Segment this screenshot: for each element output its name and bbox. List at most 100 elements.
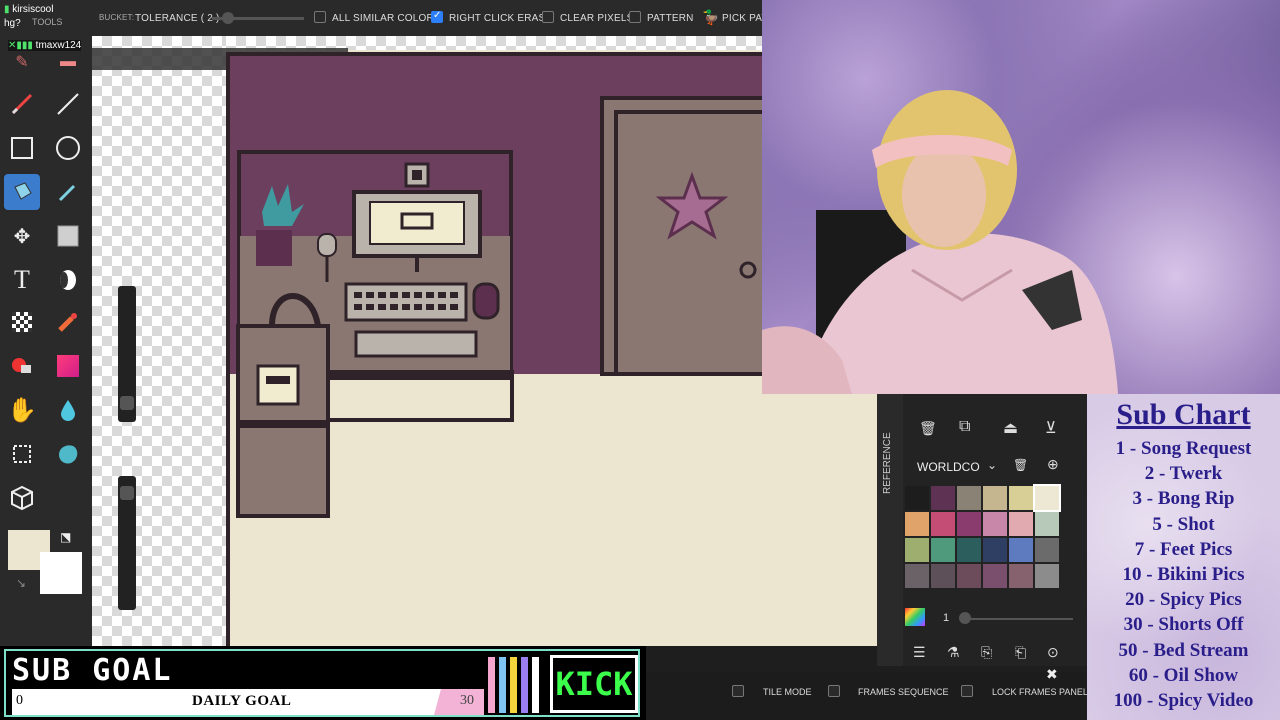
palette-swatch[interactable] xyxy=(983,512,1007,536)
sub-chart-panel: Sub Chart 1 - Song Request 2 - Twerk 3 -… xyxy=(1087,394,1280,720)
list-icon[interactable]: ☰ xyxy=(913,644,926,661)
palette-swatch[interactable] xyxy=(1009,564,1033,588)
opacity-slider[interactable] xyxy=(118,476,136,610)
palette-swatch[interactable] xyxy=(957,538,981,562)
cube-3d-icon[interactable] xyxy=(4,480,40,516)
move-icon[interactable]: ✥ xyxy=(4,218,40,254)
swap-colors-icon[interactable]: ⬔ xyxy=(60,530,71,544)
palette-name[interactable]: WORLDCO xyxy=(917,460,980,474)
palette-swatch[interactable] xyxy=(1009,538,1033,562)
sub-chart-item: 100 - Spicy Video xyxy=(1113,689,1254,711)
color-wheel-icon[interactable] xyxy=(905,608,925,626)
right-click-erase-label: RIGHT CLICK ERASE xyxy=(449,13,553,24)
tolerance-slider-knob[interactable] xyxy=(222,12,234,24)
opacity-knob[interactable] xyxy=(120,486,134,500)
close-icon[interactable]: ✖ xyxy=(1046,666,1058,683)
palette-swatch[interactable] xyxy=(1009,486,1033,510)
flask-icon[interactable]: ⚗ xyxy=(947,644,960,661)
palette-swatch[interactable] xyxy=(983,486,1007,510)
all-similar-colors-label: ALL SIMILAR COLORS xyxy=(332,13,441,24)
tool-sidebar: ✎ ▬ ✥ T ✋ ⬔ ↘ xyxy=(0,36,92,646)
pick-pattern-button[interactable]: PICK PAT xyxy=(722,13,768,24)
lock-frames-panel-label: LOCK FRAMES PANEL xyxy=(992,687,1088,697)
duck-icon[interactable]: 🦆 xyxy=(702,9,720,26)
export-icon[interactable]: ⎘ xyxy=(981,644,992,661)
rectangle-icon[interactable] xyxy=(4,130,40,166)
palette-swatch[interactable] xyxy=(931,512,955,536)
sub-goal-widget: SUB GOAL 0 DAILY GOAL 30 KICK xyxy=(0,646,646,720)
clear-pixels-checkbox[interactable] xyxy=(542,11,554,23)
palette-swatch[interactable] xyxy=(1035,538,1059,562)
text-icon[interactable]: T xyxy=(4,262,40,298)
palette-swatch[interactable] xyxy=(1033,484,1061,512)
palette-swatch[interactable] xyxy=(957,564,981,588)
sub-chart-item: 10 - Bikini Pics xyxy=(1122,563,1245,585)
crop-icon[interactable] xyxy=(4,436,40,472)
palette-swatch[interactable] xyxy=(905,538,929,562)
palette-swatch[interactable] xyxy=(1035,512,1059,536)
sub-chart-item: 50 - Bed Stream xyxy=(1118,639,1249,661)
duplicate-layer-icon[interactable]: ⧉ xyxy=(959,418,970,436)
sub-chart-item: 30 - Shorts Off xyxy=(1123,614,1244,636)
delete-palette-icon[interactable]: 🗑 xyxy=(1013,458,1028,472)
tolerance-label: TOLERANCE ( 2 ) xyxy=(135,13,220,24)
palette-swatch[interactable] xyxy=(931,564,955,588)
hand-icon[interactable]: ✋ xyxy=(4,392,40,428)
delete-layer-icon[interactable]: 🗑 xyxy=(919,420,937,437)
line-icon[interactable] xyxy=(50,86,86,122)
all-similar-colors-checkbox[interactable] xyxy=(314,11,326,23)
palette-swatch[interactable] xyxy=(957,486,981,510)
blur-icon[interactable] xyxy=(50,392,86,428)
kick-logo: KICK xyxy=(550,655,638,713)
stamp-icon[interactable] xyxy=(50,304,86,340)
palette-swatch[interactable] xyxy=(983,538,1007,562)
frames-sequence-checkbox[interactable] xyxy=(828,685,840,697)
brush-size-slider[interactable] xyxy=(118,286,136,422)
palette-swatch[interactable] xyxy=(957,512,981,536)
reset-colors-icon[interactable]: ↘ xyxy=(16,576,26,590)
add-color-icon[interactable]: ⊕ xyxy=(1047,456,1059,473)
brush-icon[interactable] xyxy=(4,86,40,122)
gradient-icon[interactable] xyxy=(50,348,86,384)
color-picker-icon[interactable] xyxy=(50,174,86,210)
chat-badge-icon: ▮ xyxy=(4,4,10,15)
ellipse-icon[interactable] xyxy=(50,130,86,166)
palette-swatch[interactable] xyxy=(905,564,929,588)
palette-swatch[interactable] xyxy=(1035,564,1059,588)
lock-frames-panel-checkbox[interactable] xyxy=(961,685,973,697)
palette-swatch[interactable] xyxy=(1009,512,1033,536)
brush-size-knob[interactable] xyxy=(120,396,134,410)
merge-down-icon[interactable]: ⊻ xyxy=(1045,418,1057,438)
lighten-icon[interactable] xyxy=(50,436,86,472)
color-replace-icon[interactable] xyxy=(4,348,40,384)
stripe xyxy=(499,657,506,713)
pattern-checkbox[interactable] xyxy=(629,11,641,23)
layer-opacity-knob[interactable] xyxy=(959,612,971,624)
chat-user-tmaxw124: ✕▮▮▮ tmaxw124 xyxy=(8,40,82,51)
reference-tab-label: REFERENCE xyxy=(882,432,893,494)
stripe xyxy=(488,657,495,713)
chat-username: tmaxw124 xyxy=(35,40,82,51)
sub-chart-item: 20 - Spicy Pics xyxy=(1125,589,1242,611)
palette-swatch[interactable] xyxy=(931,486,955,510)
tile-mode-checkbox[interactable] xyxy=(732,685,744,697)
chevron-down-icon[interactable]: ⌄ xyxy=(987,458,997,472)
shading-icon[interactable] xyxy=(50,262,86,298)
reference-tab[interactable]: REFERENCE xyxy=(877,394,903,666)
secondary-color-swatch[interactable] xyxy=(40,552,82,594)
palette-swatch[interactable] xyxy=(905,512,929,536)
dither-icon[interactable] xyxy=(4,304,40,340)
bucket-fill-icon[interactable] xyxy=(4,174,40,210)
import-icon[interactable]: ⎗ xyxy=(1015,644,1026,661)
settings-icon[interactable]: ⊙ xyxy=(1047,644,1059,661)
palette-swatch[interactable] xyxy=(905,486,929,510)
selection-icon[interactable] xyxy=(50,218,86,254)
right-click-erase-checkbox[interactable] xyxy=(431,10,443,23)
canvas-bottom-bar: TILE MODE FRAMES SEQUENCE LOCK FRAMES PA… xyxy=(646,666,1088,720)
palette-swatch[interactable] xyxy=(983,564,1007,588)
merge-up-icon[interactable]: ⏏ xyxy=(1003,418,1018,438)
layer-opacity-slider[interactable] xyxy=(961,618,1073,620)
palette-swatch[interactable] xyxy=(931,538,955,562)
drawing-canvas[interactable] xyxy=(92,36,877,646)
sub-chart-item: 1 - Song Request xyxy=(1115,438,1252,459)
